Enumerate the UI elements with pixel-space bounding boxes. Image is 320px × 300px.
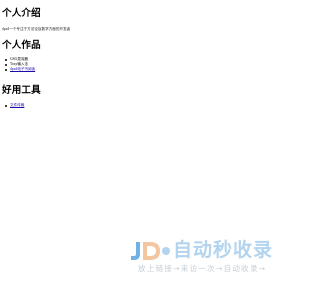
page: 个人介绍 dpxd一个专注于方法论及数学方面的开发者 个人作品 GSG混沌器 T… (0, 0, 300, 300)
bullet-icon (5, 63, 7, 66)
watermark-title: 自动秒收录 (173, 239, 274, 261)
intro-heading: 个人介绍 (2, 9, 41, 19)
tools-item-file-transfer: 文件传输 (4, 103, 24, 108)
works-item-label: GSG混沌器 (10, 57, 28, 61)
works-item-ebook: dpxd电子书阅读 (4, 67, 35, 72)
works-heading: 个人作品 (2, 41, 41, 51)
works-list: GSG混沌器 Toxy输入法 dpxd电子书阅读 (4, 57, 35, 73)
tools-list: 文件传输 (4, 103, 24, 108)
works-item-link[interactable]: dpxd电子书阅读 (10, 67, 35, 71)
works-item-label: Toxy输入法 (10, 62, 29, 67)
watermark-logo-icon (131, 242, 170, 260)
watermark-slogan: 放上链接→来访一次→自动收录→ (138, 264, 267, 273)
watermark: 自动秒收录 放上链接→来访一次→自动收录→ (128, 236, 288, 280)
tools-heading: 好用工具 (2, 86, 41, 96)
bullet-icon (5, 104, 7, 107)
bullet-icon (5, 69, 7, 71)
tools-item-link[interactable]: 文件传输 (10, 103, 24, 107)
intro-text: dpxd一个专注于方法论及数学方面的开发者 (2, 27, 71, 31)
bullet-icon (5, 58, 7, 61)
